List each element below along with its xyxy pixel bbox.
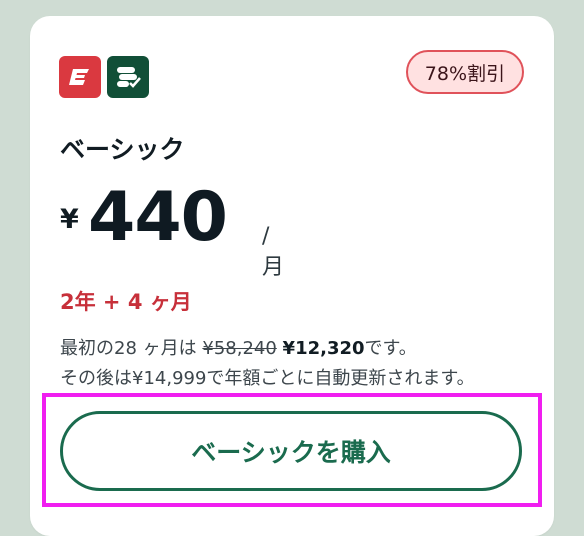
expressvpn-logo-icon (59, 56, 101, 98)
currency-symbol: ¥ (60, 204, 79, 235)
price-period: /月 (262, 224, 285, 280)
price-amount: 440 (88, 178, 228, 257)
buy-basic-button[interactable]: ベーシックを購入 (60, 411, 522, 491)
billing-line-2: その後は¥14,999で年額ごとに自動更新されます。 (60, 368, 475, 389)
discounted-price: ¥12,320 (282, 338, 365, 359)
discount-badge: 78%割引 (405, 50, 524, 94)
billing-line-1-suffix: です。 (364, 338, 417, 359)
plan-name: ベーシック (60, 135, 185, 164)
billing-line-1-prefix: 最初の28 ヶ月は (60, 338, 197, 359)
plan-term: 2年 + 4 ヶ月 (60, 290, 192, 314)
plan-card: 78%割引 ベーシック ¥ 440 /月 2年 + 4 ヶ月 最初の28 ヶ月は… (30, 16, 554, 536)
original-price: ¥58,240 (202, 338, 277, 359)
billing-info: 最初の28 ヶ月は ¥58,240 ¥12,320です。 その後は¥14,999… (60, 334, 475, 394)
setapp-logo-icon (107, 56, 149, 98)
billing-line-1: 最初の28 ヶ月は ¥58,240 ¥12,320です。 (60, 334, 475, 364)
